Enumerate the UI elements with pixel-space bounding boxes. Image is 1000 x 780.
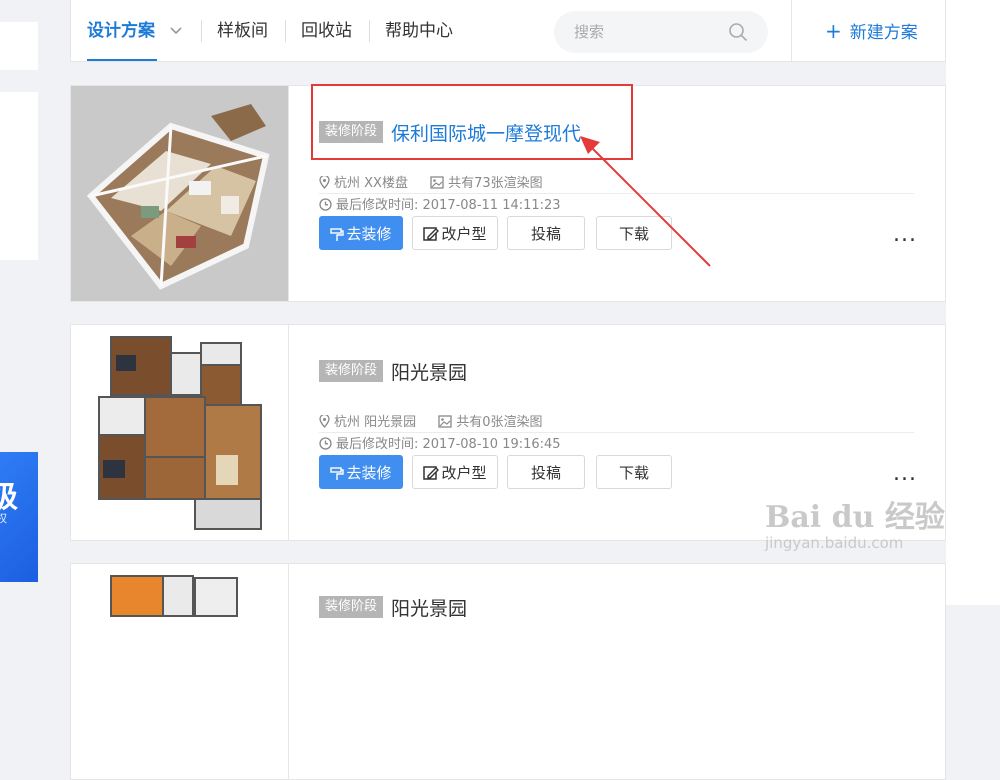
edit-floorplan-icon — [423, 466, 440, 480]
location-pin-icon — [319, 413, 330, 428]
edit-layout-label: 改户型 — [441, 464, 487, 482]
floorplan-2d-image — [98, 336, 262, 530]
stage-badge: 装修阶段 — [319, 596, 384, 618]
project-thumbnail[interactable] — [71, 325, 289, 540]
render-count: 共有73张渲染图 — [448, 176, 543, 191]
plus-icon: + — [825, 19, 842, 43]
stage-badge: 装修阶段 — [319, 360, 384, 382]
location-pin-icon — [319, 174, 330, 189]
floorplan-3d-image — [86, 104, 270, 290]
promo-banner[interactable]: 级 权 — [0, 452, 38, 582]
active-tab-indicator — [87, 59, 157, 61]
left-panel-card — [0, 22, 38, 70]
submit-button[interactable]: 投稿 — [507, 455, 585, 489]
image-icon — [438, 415, 452, 428]
modified-time: 最后修改时间: 2017-08-10 19:16:45 — [319, 433, 561, 452]
render-count: 共有0张渲染图 — [456, 415, 543, 430]
download-button[interactable]: 下载 — [596, 455, 672, 489]
left-panel-card — [0, 92, 38, 260]
project-location: 杭州 阳光景园 共有0张渲染图 — [319, 411, 543, 430]
location-text: 杭州 阳光景园 — [334, 415, 417, 430]
floorplan-2d-image — [110, 575, 238, 617]
new-plan-label: 新建方案 — [849, 23, 918, 43]
project-thumbnail[interactable] — [71, 564, 289, 779]
search-icon[interactable] — [728, 22, 748, 42]
modified-time-text: 最后修改时间: 2017-08-11 14:11:23 — [336, 198, 561, 213]
project-location: 杭州 XX楼盘 共有73张渲染图 — [319, 172, 543, 191]
more-options-icon[interactable]: ... — [893, 224, 917, 246]
chevron-down-icon[interactable] — [169, 24, 183, 38]
nav-divider — [201, 20, 202, 42]
watermark-url: jingyan.baidu.com — [765, 534, 904, 552]
watermark-logo: Bai du 经验 — [765, 500, 945, 535]
search-input[interactable]: 搜索 — [554, 11, 768, 53]
project-thumbnail[interactable] — [71, 86, 289, 301]
nav-divider — [791, 0, 792, 62]
paint-roller-icon — [330, 467, 345, 480]
edit-layout-label: 改户型 — [441, 225, 487, 243]
tab-help-center[interactable]: 帮助中心 — [385, 0, 453, 62]
more-options-icon[interactable]: ... — [893, 463, 917, 485]
decorate-label: 去装修 — [346, 464, 392, 482]
image-icon — [430, 176, 444, 189]
edit-layout-button[interactable]: 改户型 — [412, 455, 498, 489]
promo-banner-subtitle: 权 — [0, 512, 7, 525]
decorate-button[interactable]: 去装修 — [319, 216, 403, 250]
annotation-arrow — [580, 136, 711, 267]
nav-divider — [285, 20, 286, 42]
modified-time-text: 最后修改时间: 2017-08-10 19:16:45 — [336, 437, 561, 452]
edit-layout-button[interactable]: 改户型 — [412, 216, 498, 250]
tab-recycle-bin[interactable]: 回收站 — [301, 0, 352, 62]
paint-roller-icon — [330, 228, 345, 241]
nav-divider — [369, 20, 370, 42]
clock-icon — [319, 198, 332, 211]
edit-floorplan-icon — [423, 227, 440, 241]
search-placeholder: 搜索 — [574, 23, 605, 41]
project-card: 装修阶段 阳光景园 — [70, 563, 946, 780]
tab-design-plans[interactable]: 设计方案 — [87, 0, 155, 62]
decorate-label: 去装修 — [346, 225, 392, 243]
decorate-button[interactable]: 去装修 — [319, 455, 403, 489]
left-panel: 级 权 — [0, 0, 38, 605]
location-text: 杭州 XX楼盘 — [334, 176, 408, 191]
clock-icon — [319, 437, 332, 450]
project-title-link[interactable]: 阳光景园 — [391, 594, 467, 621]
baidu-watermark: Bai du 经验 jingyan.baidu.com — [765, 492, 945, 552]
modified-time: 最后修改时间: 2017-08-11 14:11:23 — [319, 194, 561, 213]
project-title-link[interactable]: 阳光景园 — [391, 358, 467, 385]
new-plan-button[interactable]: + 新建方案 — [825, 0, 918, 64]
tab-sample-rooms[interactable]: 样板间 — [217, 0, 268, 62]
top-nav: 设计方案 样板间 回收站 帮助中心 搜索 + 新建方案 — [70, 0, 946, 62]
right-margin — [946, 0, 1000, 605]
